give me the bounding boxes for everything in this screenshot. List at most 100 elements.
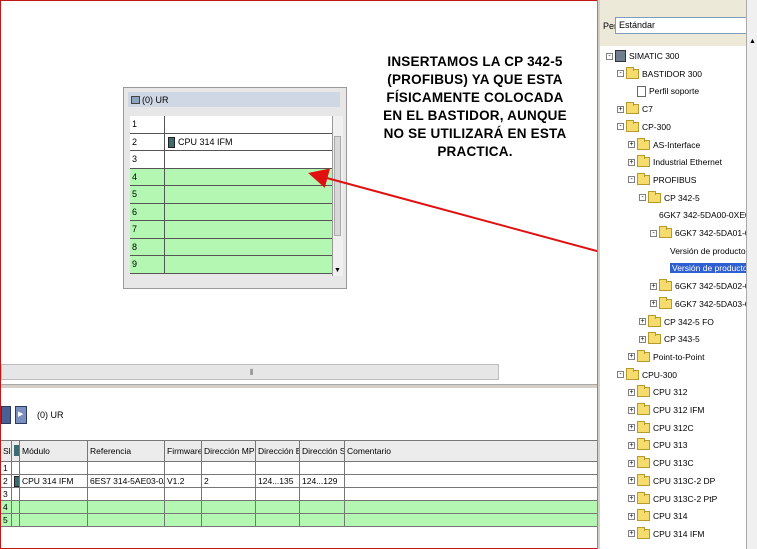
forward-button[interactable]: [15, 406, 27, 424]
expand-icon[interactable]: +: [639, 318, 646, 325]
collapse-icon[interactable]: -: [639, 194, 646, 202]
tree-item[interactable]: + CPU 314: [628, 508, 688, 524]
tree-item[interactable]: - CP 342-5: [639, 190, 700, 206]
tree-item[interactable]: + CPU 312 IFM: [628, 402, 705, 418]
catalog-scrollbar[interactable]: ▲: [746, 0, 757, 549]
rack-slot-row[interactable]: 5: [130, 186, 332, 204]
table-cell: [88, 488, 165, 500]
column-header[interactable]: Dirección MPI: [202, 441, 256, 461]
tree-item[interactable]: + CP 343-5: [639, 331, 700, 347]
scroll-grip-icon[interactable]: ⦀: [250, 368, 254, 378]
rack-window: (0) UR 1 2 CPU 314 IFM 3 4 5 6 7 8 9 ▼: [123, 87, 347, 289]
expand-icon[interactable]: +: [617, 105, 624, 113]
table-row[interactable]: 1: [1, 462, 597, 475]
tree-item[interactable]: + CPU 313C: [628, 455, 694, 471]
expand-icon[interactable]: +: [628, 530, 635, 538]
collapse-icon[interactable]: -: [617, 123, 624, 131]
tree-item[interactable]: + Industrial Ethernet: [628, 154, 722, 170]
folder-icon: [626, 119, 639, 132]
expand-icon[interactable]: +: [628, 141, 635, 148]
collapse-icon[interactable]: -: [617, 70, 624, 78]
table-row[interactable]: 3: [1, 488, 597, 501]
tree-item[interactable]: + CPU 313C-2 DP: [628, 473, 715, 489]
expand-icon[interactable]: +: [628, 158, 635, 166]
annotation-line: FÍSICAMENTE COLOCADA: [386, 90, 564, 105]
folder-icon: [637, 473, 650, 486]
tree-item[interactable]: + CP 342-5 FO: [639, 314, 714, 330]
expand-icon[interactable]: +: [639, 335, 646, 343]
column-header[interactable]: Dirección E: [256, 441, 300, 461]
scroll-down-icon[interactable]: ▼: [334, 267, 341, 274]
pane-divider[interactable]: [1, 384, 597, 388]
rack-slot-number: 3: [130, 151, 165, 168]
tree-item[interactable]: + CPU 313: [628, 437, 688, 453]
expand-icon[interactable]: +: [628, 353, 635, 361]
expand-icon[interactable]: +: [628, 495, 635, 502]
rack-slot-row[interactable]: 4: [130, 168, 332, 186]
table-cell: [202, 514, 256, 526]
column-header[interactable]: Referencia: [88, 441, 165, 461]
collapse-icon[interactable]: -: [628, 176, 635, 184]
tree-item[interactable]: - 6GK7 342-5DA01-0XE0: [650, 225, 757, 241]
scroll-up-icon[interactable]: ▲: [749, 38, 756, 45]
rack-slot-row[interactable]: 7: [130, 221, 332, 239]
rack-scrollbar[interactable]: ▼: [332, 116, 343, 276]
rack-slot-row[interactable]: 6: [130, 203, 332, 221]
collapse-icon[interactable]: -: [606, 52, 613, 60]
column-header[interactable]: Comentario: [345, 441, 597, 461]
folder-icon: [648, 314, 661, 327]
collapse-icon[interactable]: -: [650, 229, 657, 237]
table-row[interactable]: 4: [1, 501, 597, 514]
rack-slot-row[interactable]: 8: [130, 238, 332, 256]
tree-item[interactable]: + Point-to-Point: [628, 349, 705, 365]
table-cell: [256, 501, 300, 513]
tree-item[interactable]: - CPU-300: [617, 367, 677, 383]
expand-icon[interactable]: +: [628, 441, 635, 449]
tree-item[interactable]: + CPU 313C-2 PtP: [628, 491, 717, 507]
tree-item[interactable]: + CPU 314 IFM: [628, 526, 705, 542]
tree-item-label: Versión de producto 2: [670, 263, 757, 274]
column-header[interactable]: [12, 441, 20, 461]
tree-item[interactable]: +6GK7 342-5DA03-0XE0: [650, 296, 757, 312]
tree-item[interactable]: - CP-300: [617, 119, 671, 135]
tree-item[interactable]: - PROFIBUS: [628, 172, 696, 188]
expand-icon[interactable]: +: [628, 406, 635, 414]
profile-select[interactable]: Estándar: [615, 17, 754, 34]
tree-item[interactable]: - SIMATIC 300: [606, 48, 679, 64]
folder-icon: [637, 155, 650, 168]
expand-icon[interactable]: +: [650, 300, 657, 308]
tree-item[interactable]: Perfil soporte: [628, 83, 699, 99]
expand-icon[interactable]: +: [628, 388, 635, 396]
column-header[interactable]: Módulo: [20, 441, 88, 461]
table-row[interactable]: 5: [1, 514, 597, 527]
tree-item[interactable]: Versión de producto 2: [661, 260, 757, 276]
expand-icon[interactable]: +: [628, 512, 635, 520]
tree-item[interactable]: 6GK7 342-5DA00-0XE0: [650, 207, 750, 223]
tree-item[interactable]: Versión de producto 1: [661, 243, 753, 259]
rack-slot-module: [165, 204, 332, 221]
tree-item[interactable]: +6GK7 342-5DA02-0XE0: [650, 278, 757, 294]
expand-icon[interactable]: +: [628, 424, 635, 432]
column-header[interactable]: Slot: [1, 441, 12, 461]
back-button[interactable]: [1, 406, 11, 424]
column-header[interactable]: Dirección S: [300, 441, 345, 461]
tree-item[interactable]: + AS-Interface: [628, 137, 700, 153]
tree-item[interactable]: + CPU 312: [628, 384, 688, 400]
rack-slot-row[interactable]: 9: [130, 256, 332, 274]
column-header[interactable]: Firmware: [165, 441, 202, 461]
table-row[interactable]: 2CPU 314 IFM6ES7 314-5AE03-0AB0V1.22124.…: [1, 475, 597, 488]
collapse-icon[interactable]: -: [617, 371, 624, 379]
tree-item[interactable]: + CPU 312C: [628, 420, 694, 436]
tree-item-label: CPU 312 IFM: [653, 405, 705, 415]
tree-item[interactable]: + C7: [617, 101, 653, 117]
expand-icon[interactable]: +: [650, 282, 657, 290]
rack-slot-row[interactable]: 1: [130, 116, 332, 134]
rack-slot-row[interactable]: 3: [130, 151, 332, 169]
tree-item[interactable]: - BASTIDOR 300: [617, 66, 702, 82]
table-cell: [20, 514, 88, 526]
expand-icon[interactable]: +: [628, 477, 635, 485]
rack-scroll-thumb[interactable]: [334, 136, 341, 236]
horizontal-scrollbar[interactable]: ⦀: [1, 364, 499, 380]
rack-slot-row[interactable]: 2 CPU 314 IFM: [130, 133, 332, 151]
expand-icon[interactable]: +: [628, 459, 635, 467]
